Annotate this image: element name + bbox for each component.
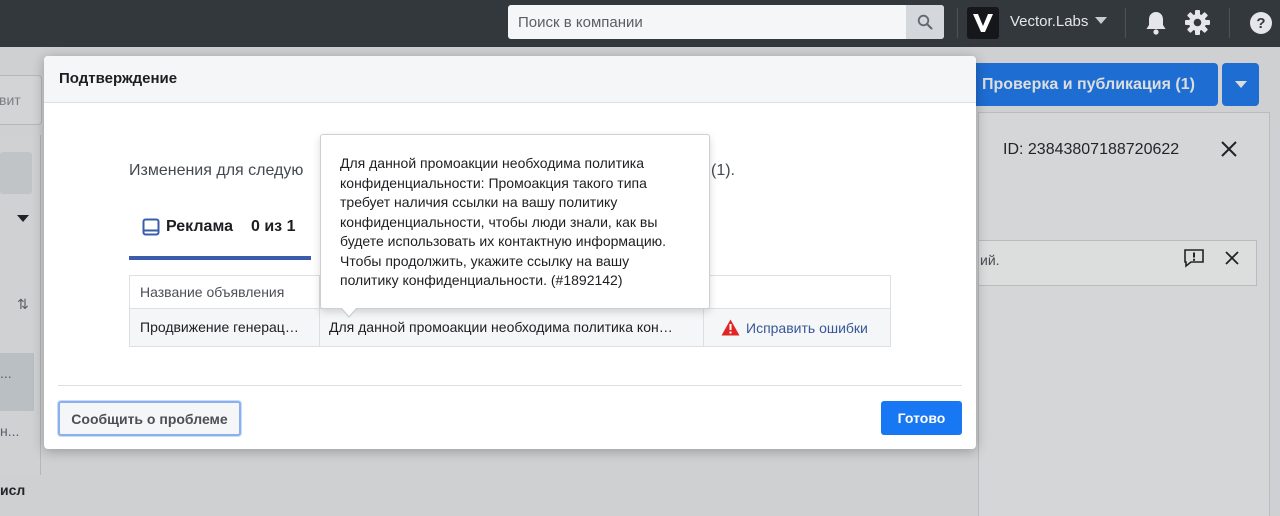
topbar-divider — [1229, 8, 1230, 38]
fix-errors-label: Исправить ошибки — [746, 320, 868, 336]
warning-icon — [721, 319, 740, 336]
chevron-down-icon[interactable] — [1095, 17, 1107, 25]
report-problem-button[interactable]: Сообщить о проблеме — [58, 401, 241, 436]
top-navigation-bar: Vector.Labs ? — [0, 0, 1280, 47]
settings-gear-icon[interactable] — [1184, 9, 1211, 36]
vector-logo-icon — [973, 14, 993, 32]
help-icon[interactable]: ? — [1250, 12, 1272, 34]
search-icon — [917, 14, 933, 30]
fix-errors-link[interactable]: Исправить ошибки — [703, 309, 890, 346]
ad-icon — [142, 218, 160, 236]
footer-divider — [58, 385, 962, 386]
company-search[interactable] — [508, 5, 944, 39]
topbar-divider — [957, 8, 958, 38]
brand-logo[interactable] — [967, 7, 999, 39]
issue-cell[interactable]: Для данной промоакции необходима политик… — [319, 309, 703, 346]
tooltip-text: Для данной промоакции необходима политик… — [340, 155, 667, 288]
changes-summary: Изменения для следую — [129, 162, 304, 179]
search-button[interactable] — [906, 5, 944, 39]
tab-label: Реклама — [166, 218, 233, 235]
tooltip-arrow — [341, 308, 357, 318]
dialog-title: Подтверждение — [59, 70, 178, 87]
tab-ads[interactable]: Реклама 0 из 1 — [129, 209, 311, 260]
done-button[interactable]: Готово — [881, 401, 962, 435]
tab-count: 0 из 1 — [251, 218, 296, 235]
notifications-bell-icon[interactable] — [1144, 10, 1168, 36]
ad-name-cell: Продвижение генерац… — [140, 319, 299, 335]
topbar-divider — [1125, 8, 1126, 38]
search-input[interactable] — [508, 5, 906, 39]
column-header-ad-name: Название объявления — [140, 284, 285, 300]
issue-tooltip: Для данной промоакции необходима политик… — [320, 134, 710, 318]
account-name[interactable]: Vector.Labs — [1010, 13, 1088, 30]
dialog-header: Подтверждение — [44, 56, 976, 103]
table-row: Продвижение генерац… Для данной промоакц… — [130, 309, 890, 346]
changes-summary-count: (1). — [711, 162, 735, 179]
